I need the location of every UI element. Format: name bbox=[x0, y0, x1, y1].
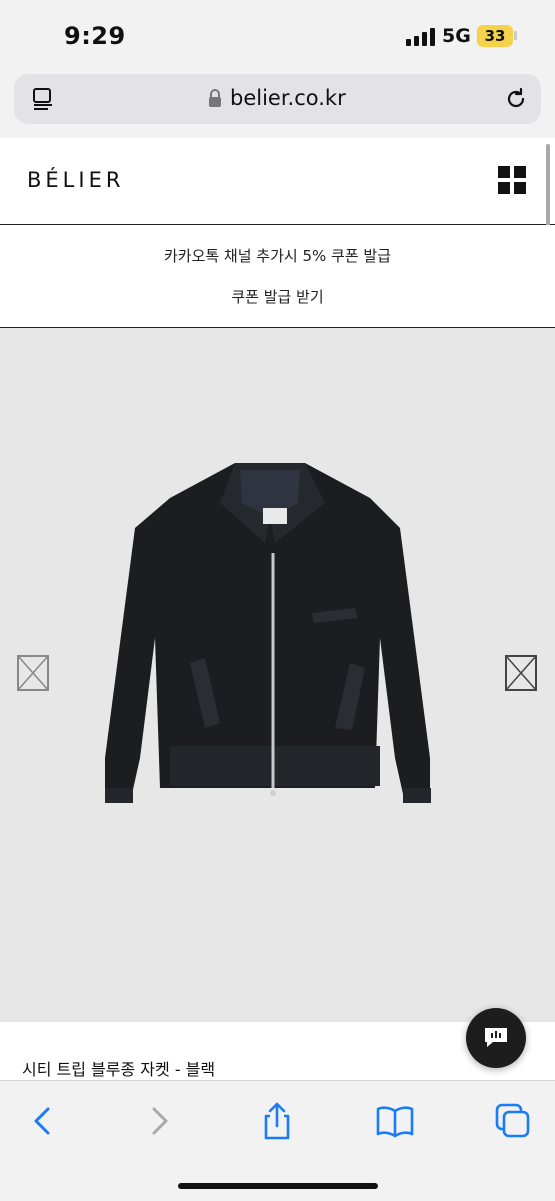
notice-text: 카카오톡 채널 추가시 5% 쿠폰 발급 bbox=[163, 247, 392, 265]
product-image bbox=[105, 463, 431, 803]
menu-grid-icon[interactable] bbox=[498, 166, 526, 194]
tabs-icon[interactable] bbox=[493, 1101, 533, 1141]
browser-toolbar bbox=[0, 1080, 555, 1201]
site-logo[interactable]: BÉLIER bbox=[27, 168, 124, 192]
site-header: BÉLIER bbox=[0, 138, 555, 225]
url-text[interactable]: belier.co.kr bbox=[230, 86, 346, 110]
forward-icon[interactable] bbox=[140, 1101, 180, 1141]
image-placeholder-icon[interactable] bbox=[17, 655, 49, 691]
coupon-notice: 카카오톡 채널 추가시 5% 쿠폰 발급 쿠폰 발급 받기 bbox=[0, 225, 555, 328]
chat-icon bbox=[485, 1028, 507, 1047]
status-time: 9:29 bbox=[64, 22, 126, 50]
home-indicator[interactable] bbox=[178, 1183, 378, 1189]
status-bar: 9:29 5G 33 bbox=[0, 0, 555, 72]
product-image-slider[interactable] bbox=[0, 328, 555, 1022]
browser-address-area: belier.co.kr bbox=[0, 72, 555, 139]
network-type: 5G bbox=[442, 25, 471, 47]
battery-icon: 33 bbox=[477, 25, 513, 47]
product-name[interactable]: 시티 트립 블루종 자켓 - 블랙 bbox=[22, 1056, 215, 1080]
coupon-link[interactable]: 쿠폰 발급 받기 bbox=[0, 286, 555, 307]
lock-icon bbox=[209, 89, 221, 107]
battery-nub bbox=[514, 31, 517, 40]
signal-icon bbox=[406, 28, 436, 46]
back-icon[interactable] bbox=[22, 1101, 62, 1141]
address-bar[interactable]: belier.co.kr bbox=[14, 74, 541, 124]
reload-icon[interactable] bbox=[504, 87, 528, 111]
bookmarks-icon[interactable] bbox=[375, 1101, 415, 1141]
image-placeholder-icon[interactable] bbox=[505, 655, 537, 691]
share-icon[interactable] bbox=[257, 1101, 297, 1141]
reader-icon[interactable] bbox=[32, 88, 54, 110]
chat-button[interactable] bbox=[466, 1008, 526, 1068]
